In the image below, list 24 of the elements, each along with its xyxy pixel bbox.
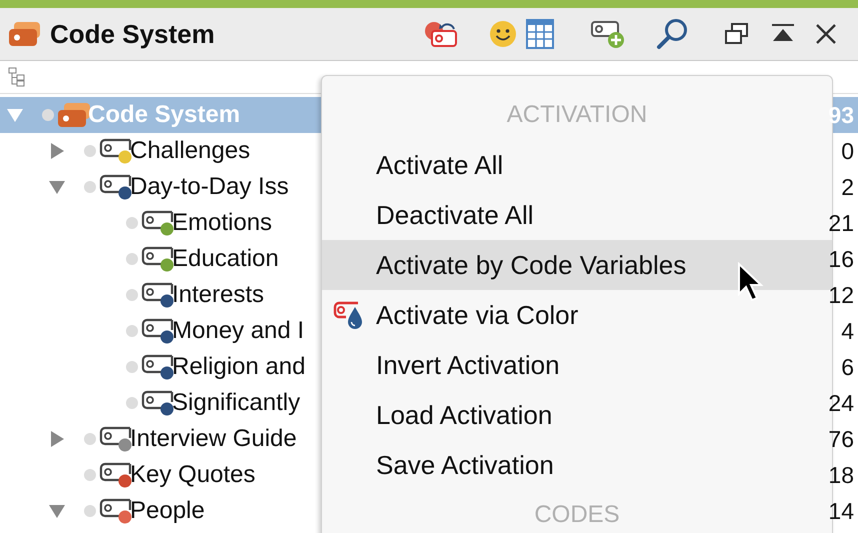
section-heading: CODES	[534, 501, 620, 529]
coded-segment-count: 18	[828, 462, 855, 488]
code-name: People	[130, 497, 205, 525]
code-name: Money and I	[172, 317, 304, 345]
coded-segment-count: 0	[841, 138, 855, 164]
coded-segment-count: 6	[841, 354, 855, 380]
code-name: Code System	[88, 101, 240, 129]
section-heading: ACTIVATION	[506, 101, 648, 129]
code-name: Challenges	[130, 137, 250, 165]
coded-segment-count: 14	[828, 498, 855, 524]
code-name: Education	[172, 245, 279, 273]
code-name: Religion and	[172, 353, 306, 381]
coded-segment-count: 2	[841, 174, 855, 200]
code-name: Significantly	[172, 389, 300, 417]
coded-segment-count: 4	[841, 318, 855, 344]
code-name: Day-to-Day Iss	[130, 173, 289, 201]
code-name: Key Quotes	[130, 461, 256, 489]
coded-segment-count: 76	[828, 426, 855, 452]
code-name: Interests	[172, 281, 264, 309]
coded-segment-count: 24	[828, 390, 855, 416]
coded-segment-count: 21	[828, 210, 855, 236]
code-name: Emotions	[172, 209, 272, 237]
window-title: Code System	[50, 18, 215, 50]
code-name: Interview Guide	[130, 425, 297, 453]
